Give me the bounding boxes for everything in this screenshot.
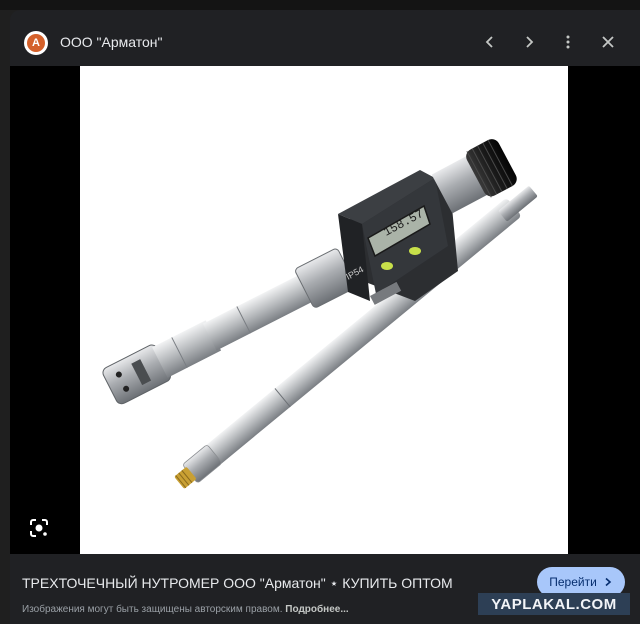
product-photo[interactable]: 158.57 IP54 [80, 66, 568, 554]
previous-button[interactable] [476, 28, 504, 56]
image-preview-panel: A ООО "Арматон" 158.57 IP54 ТРЕХТОЧЕЧНЫЙ… [10, 10, 640, 624]
visit-label: Перейти [549, 575, 597, 589]
watermark: YAPLAKAL.COM [478, 593, 630, 615]
more-options-button[interactable] [554, 28, 582, 56]
button-right [409, 247, 421, 255]
lens-icon [30, 519, 48, 537]
next-button[interactable] [515, 28, 543, 56]
source-name[interactable]: ООО "Арматон" [60, 34, 163, 50]
source-logo[interactable]: A [24, 31, 48, 55]
image-viewer: 158.57 IP54 [10, 66, 640, 554]
copyright-notice: Изображения могут быть защищены авторски… [22, 604, 349, 615]
more-vert-icon [566, 35, 570, 49]
google-lens-button[interactable] [28, 517, 50, 539]
chevron-right-icon [526, 36, 534, 48]
window-top-strip [0, 0, 640, 10]
preview-header: A ООО "Арматон" [10, 10, 640, 66]
copyright-text: Изображения могут быть защищены авторски… [22, 604, 283, 615]
chevron-left-icon [485, 36, 493, 48]
close-icon [602, 36, 614, 48]
close-button[interactable] [594, 28, 622, 56]
watermark-text: YAPLAKAL.COM [491, 595, 617, 613]
micrometer-illustration: 158.57 IP54 [102, 139, 538, 489]
button-left [381, 262, 393, 270]
source-logo-letter: A [27, 34, 45, 52]
chevron-right-small-icon [605, 577, 611, 587]
image-title[interactable]: ТРЕХТОЧЕЧНЫЙ НУТРОМЕР ООО "Арматон" ⋆ КУ… [22, 575, 453, 592]
learn-more-link[interactable]: Подробнее... [285, 604, 348, 615]
